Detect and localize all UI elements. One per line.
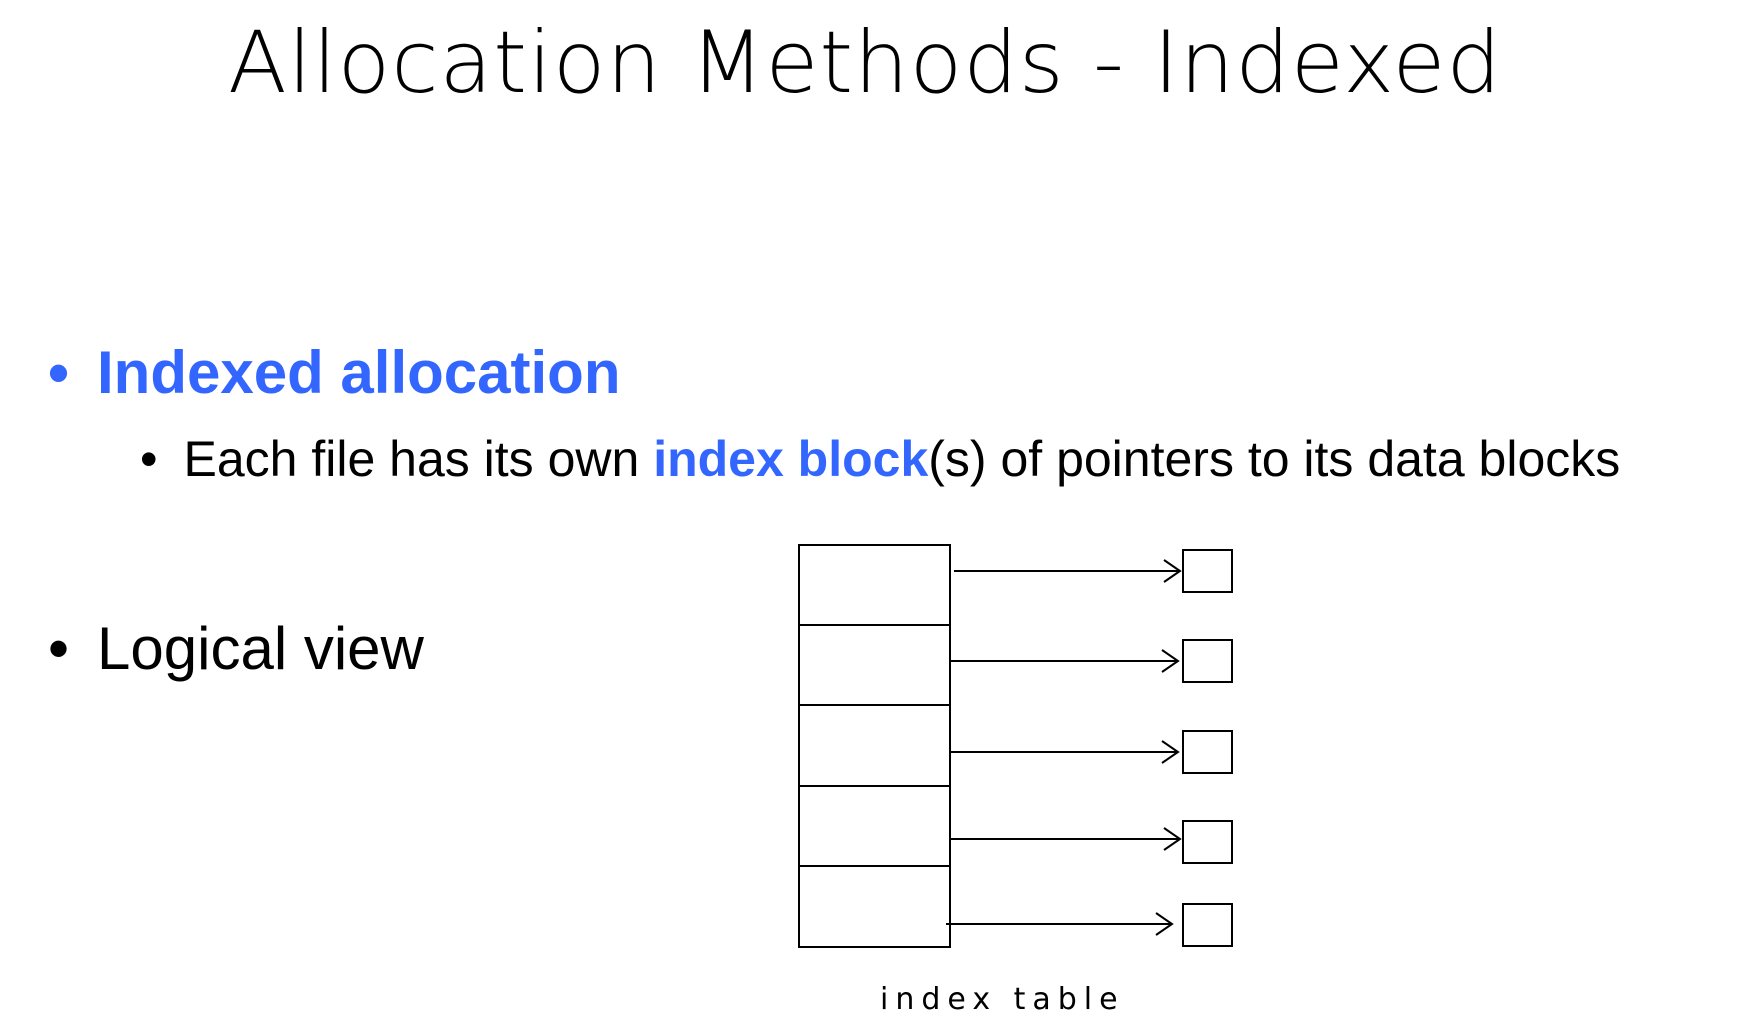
data-block-4	[1182, 820, 1233, 864]
data-block-3	[1182, 730, 1233, 774]
pointer-arrow-4	[950, 827, 1182, 851]
pointer-arrow-5	[946, 912, 1174, 936]
index-table-entry-2	[798, 624, 951, 706]
data-block-1	[1182, 549, 1233, 593]
data-block-5	[1182, 903, 1233, 947]
pointer-arrow-1	[954, 559, 1182, 583]
pointer-arrow-2	[950, 649, 1180, 673]
data-block-2	[1182, 639, 1233, 683]
index-table-caption: index table	[880, 982, 1125, 1017]
index-table	[798, 544, 951, 948]
pointer-arrows	[946, 559, 1182, 936]
data-blocks	[1182, 549, 1233, 947]
index-table-entry-4	[798, 785, 951, 867]
index-table-entry-1	[798, 544, 951, 626]
index-table-entry-5	[798, 865, 951, 948]
index-table-entry-3	[798, 704, 951, 787]
pointer-arrow-3	[950, 740, 1180, 764]
indexed-allocation-diagram	[798, 544, 1233, 948]
